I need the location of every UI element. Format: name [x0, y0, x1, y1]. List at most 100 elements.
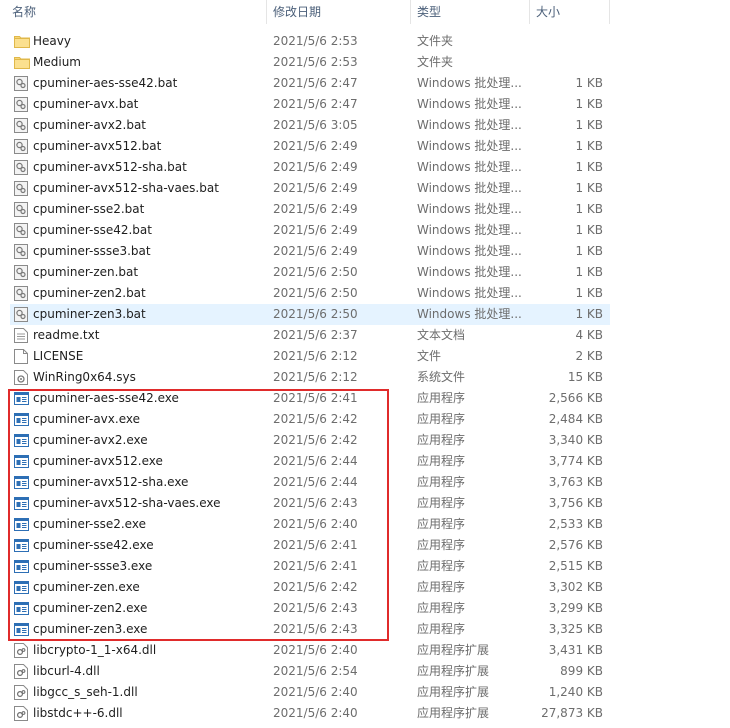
column-header-type-label: 类型: [417, 5, 442, 19]
exe-icon: [14, 454, 29, 469]
file-name: cpuminer-sse2.bat: [33, 202, 145, 216]
file-name: LICENSE: [33, 349, 84, 363]
column-header-name[interactable]: 名称: [6, 0, 266, 24]
file-date-modified: 2021/5/6 2:44: [273, 454, 358, 468]
file-row[interactable]: cpuminer-avx.exe 2021/5/6 2:42 应用程序 2,484 K…: [0, 409, 730, 430]
file-row[interactable]: cpuminer-avx512-sha-vaes.exe 2021/5/6 2:4…: [0, 493, 730, 514]
file-size: 1,240 KB: [548, 685, 603, 699]
file-date-modified: 2021/5/6 2:53: [273, 55, 358, 69]
file-type: 应用程序: [417, 622, 466, 636]
exe-icon: [14, 391, 29, 406]
file-size: 2,515 KB: [548, 559, 603, 573]
file-name: cpuminer-avx512-sha-vaes.exe: [33, 496, 221, 510]
file-row[interactable]: WinRing0x64.sys 2021/5/6 2:12 系统文件 15 KB: [0, 367, 730, 388]
file-type: Windows 批处理...: [417, 97, 522, 111]
file-row[interactable]: cpuminer-aes-sse42.exe 2021/5/6 2:41 应用程序 2…: [0, 388, 730, 409]
file-row[interactable]: cpuminer-avx512.bat 2021/5/6 2:49 Windows …: [0, 136, 730, 157]
file-size: 2,566 KB: [548, 391, 603, 405]
file-size: 1 KB: [575, 223, 603, 237]
file-row[interactable]: readme.txt 2021/5/6 2:37 文本文档 4 KB: [0, 325, 730, 346]
file-size: 27,873 KB: [541, 706, 603, 720]
file-date-modified: 2021/5/6 3:05: [273, 118, 358, 132]
file-row[interactable]: cpuminer-zen3.bat 2021/5/6 2:50 Windows 批处…: [10, 304, 610, 325]
file-row[interactable]: cpuminer-ssse3.bat 2021/5/6 2:49 Windows 批…: [0, 241, 730, 262]
file-date-modified: 2021/5/6 2:49: [273, 223, 358, 237]
file-size: 2 KB: [575, 349, 603, 363]
batch-file-icon: [14, 181, 28, 196]
file-date-modified: 2021/5/6 2:12: [273, 370, 358, 384]
file-name: cpuminer-avx.exe: [33, 412, 140, 426]
column-header-name-label: 名称: [12, 5, 37, 19]
file-date-modified: 2021/5/6 2:42: [273, 433, 358, 447]
file-row[interactable]: cpuminer-avx2.exe 2021/5/6 2:42 应用程序 3,340 …: [0, 430, 730, 451]
file-row[interactable]: cpuminer-avx512-sha.exe 2021/5/6 2:44 应用程序…: [0, 472, 730, 493]
exe-icon: [14, 517, 29, 532]
file-type: Windows 批处理...: [417, 160, 522, 174]
file-name: cpuminer-sse42.exe: [33, 538, 154, 552]
file-date-modified: 2021/5/6 2:43: [273, 622, 358, 636]
file-row[interactable]: cpuminer-sse2.exe 2021/5/6 2:40 应用程序 2,533 …: [0, 514, 730, 535]
file-name: Medium: [33, 55, 81, 69]
file-row[interactable]: libgcc_s_seh-1.dll 2021/5/6 2:40 应用程序扩展 1,2…: [0, 682, 730, 703]
column-header-date[interactable]: 修改日期: [267, 0, 410, 24]
file-row[interactable]: cpuminer-zen3.exe 2021/5/6 2:43 应用程序 3,325 …: [0, 619, 730, 640]
file-name: WinRing0x64.sys: [33, 370, 136, 384]
file-name: cpuminer-zen2.bat: [33, 286, 146, 300]
file-name: cpuminer-ssse3.exe: [33, 559, 153, 573]
batch-file-icon: [14, 244, 28, 259]
batch-file-icon: [14, 223, 28, 238]
file-name: cpuminer-avx512.bat: [33, 139, 162, 153]
exe-icon: [14, 580, 29, 595]
file-type: 文件夹: [417, 55, 454, 69]
file-date-modified: 2021/5/6 2:40: [273, 685, 358, 699]
file-row[interactable]: cpuminer-avx512-sha-vaes.bat 2021/5/6 2:4…: [0, 178, 730, 199]
file-row[interactable]: cpuminer-zen2.bat 2021/5/6 2:50 Windows 批处…: [0, 283, 730, 304]
file-type: 应用程序: [417, 412, 466, 426]
file-row[interactable]: libstdc++-6.dll 2021/5/6 2:40 应用程序扩展 27,873…: [0, 703, 730, 724]
column-header-size[interactable]: 大小: [530, 0, 609, 24]
file-type: 应用程序: [417, 475, 466, 489]
file-row[interactable]: LICENSE 2021/5/6 2:12 文件 2 KB: [0, 346, 730, 367]
file-row[interactable]: cpuminer-avx2.bat 2021/5/6 3:05 Windows 批处…: [0, 115, 730, 136]
file-name: cpuminer-sse2.exe: [33, 517, 146, 531]
file-row[interactable]: cpuminer-aes-sse42.bat 2021/5/6 2:47 Windo…: [0, 73, 730, 94]
batch-file-icon: [14, 202, 28, 217]
file-row[interactable]: cpuminer-zen.exe 2021/5/6 2:42 应用程序 3,302 K…: [0, 577, 730, 598]
file-row[interactable]: cpuminer-sse2.bat 2021/5/6 2:49 Windows 批处…: [0, 199, 730, 220]
file-row[interactable]: cpuminer-ssse3.exe 2021/5/6 2:41 应用程序 2,515…: [0, 556, 730, 577]
file-type: 应用程序: [417, 496, 466, 510]
file-date-modified: 2021/5/6 2:49: [273, 202, 358, 216]
file-date-modified: 2021/5/6 2:43: [273, 496, 358, 510]
batch-file-icon: [14, 307, 28, 322]
file-row[interactable]: libcrypto-1_1-x64.dll 2021/5/6 2:40 应用程序扩展…: [0, 640, 730, 661]
file-date-modified: 2021/5/6 2:49: [273, 139, 358, 153]
file-row[interactable]: cpuminer-avx512.exe 2021/5/6 2:44 应用程序 3,77…: [0, 451, 730, 472]
column-header-type[interactable]: ^ 类型: [411, 0, 529, 24]
file-name: cpuminer-avx512-sha.exe: [33, 475, 189, 489]
file-row[interactable]: cpuminer-zen2.exe 2021/5/6 2:43 应用程序 3,299 …: [0, 598, 730, 619]
file-row[interactable]: cpuminer-avx.bat 2021/5/6 2:47 Windows 批处理…: [0, 94, 730, 115]
exe-icon: [14, 601, 29, 616]
file-size: 2,484 KB: [548, 412, 603, 426]
file-size: 899 KB: [560, 664, 603, 678]
file-row[interactable]: libcurl-4.dll 2021/5/6 2:54 应用程序扩展 899 KB: [0, 661, 730, 682]
batch-file-icon: [14, 139, 28, 154]
file-type: 应用程序: [417, 580, 466, 594]
column-divider[interactable]: [609, 0, 610, 24]
file-name: cpuminer-zen.bat: [33, 265, 139, 279]
file-type: 文本文档: [417, 328, 466, 342]
file-name: cpuminer-avx.bat: [33, 97, 139, 111]
file-name: cpuminer-aes-sse42.bat: [33, 76, 178, 90]
dll-icon: [14, 685, 28, 700]
file-size: 4 KB: [575, 328, 603, 342]
file-date-modified: 2021/5/6 2:41: [273, 538, 358, 552]
file-name: cpuminer-zen2.exe: [33, 601, 148, 615]
file-row[interactable]: cpuminer-avx512-sha.bat 2021/5/6 2:49 Wind…: [0, 157, 730, 178]
file-row[interactable]: Medium 2021/5/6 2:53 文件夹: [0, 52, 730, 73]
file-row[interactable]: cpuminer-sse42.bat 2021/5/6 2:49 Windows 批…: [0, 220, 730, 241]
file-type: 应用程序扩展: [417, 664, 490, 678]
file-type: Windows 批处理...: [417, 76, 522, 90]
file-row[interactable]: Heavy 2021/5/6 2:53 文件夹: [0, 31, 730, 52]
file-row[interactable]: cpuminer-sse42.exe 2021/5/6 2:41 应用程序 2,576…: [0, 535, 730, 556]
file-row[interactable]: cpuminer-zen.bat 2021/5/6 2:50 Windows 批处理…: [0, 262, 730, 283]
